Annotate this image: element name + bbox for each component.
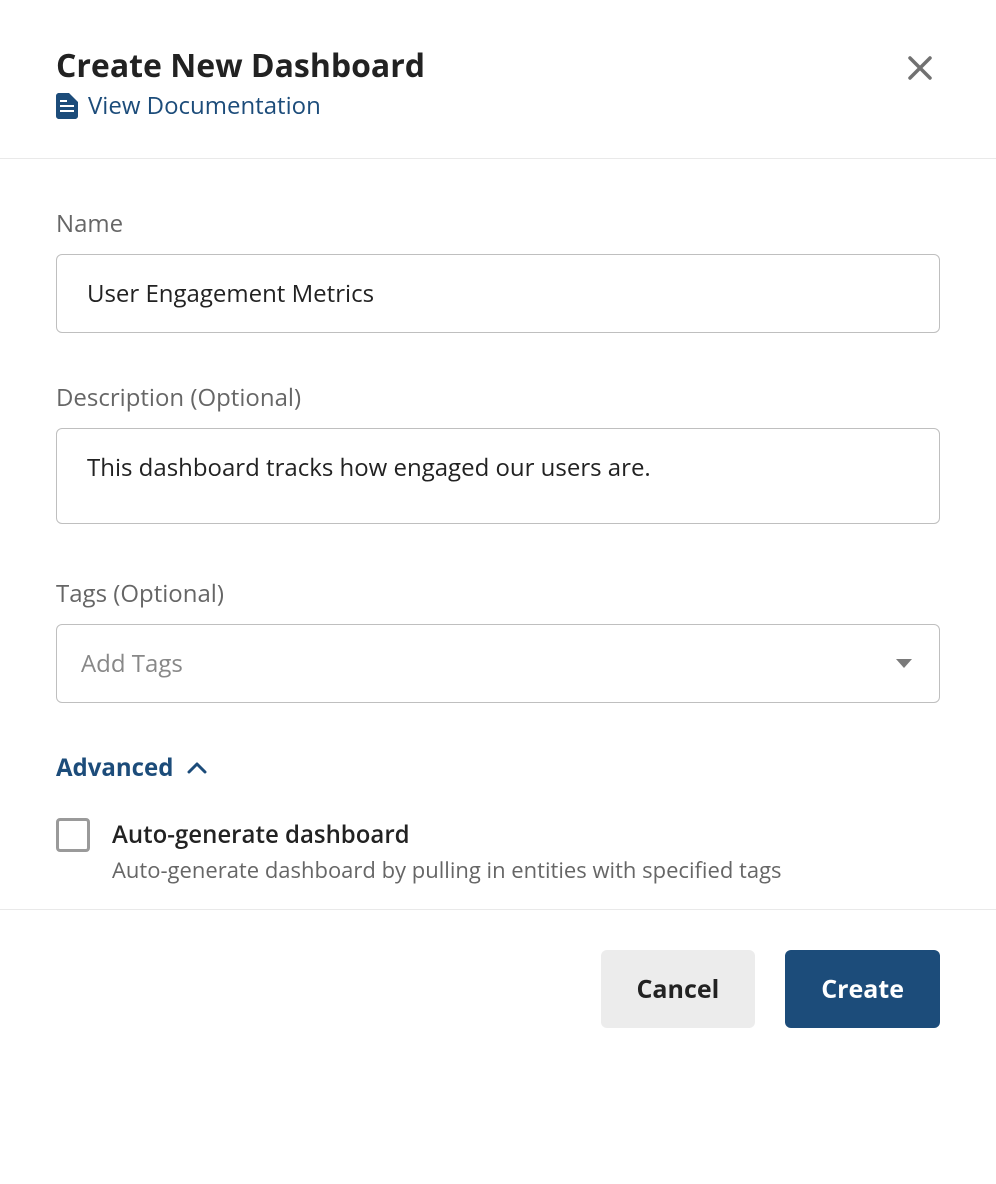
advanced-label: Advanced xyxy=(56,751,173,784)
tags-select[interactable]: Add Tags xyxy=(56,624,940,703)
autogenerate-description: Auto-generate dashboard by pulling in en… xyxy=(112,855,782,885)
modal-header: Create New Dashboard View Documentation xyxy=(0,0,996,159)
tags-placeholder: Add Tags xyxy=(81,647,183,680)
description-input[interactable] xyxy=(56,428,940,524)
document-icon xyxy=(56,93,78,119)
modal-footer: Cancel Create xyxy=(0,909,996,1068)
autogenerate-checkbox[interactable] xyxy=(56,818,90,852)
chevron-up-icon xyxy=(187,762,207,774)
description-field: Description (Optional) xyxy=(56,381,940,529)
caret-down-icon xyxy=(895,658,913,670)
view-documentation-link[interactable]: View Documentation xyxy=(56,89,425,122)
header-left: Create New Dashboard View Documentation xyxy=(56,48,425,122)
name-input[interactable] xyxy=(56,254,940,333)
view-documentation-label: View Documentation xyxy=(88,89,321,122)
tags-field: Tags (Optional) Add Tags xyxy=(56,577,940,703)
description-label: Description (Optional) xyxy=(56,381,940,414)
advanced-toggle[interactable]: Advanced xyxy=(56,751,207,784)
tags-label: Tags (Optional) xyxy=(56,577,940,610)
name-field: Name xyxy=(56,207,940,333)
autogenerate-text: Auto-generate dashboard Auto-generate da… xyxy=(112,818,782,885)
modal-title: Create New Dashboard xyxy=(56,48,425,83)
cancel-button[interactable]: Cancel xyxy=(601,950,756,1028)
close-button[interactable] xyxy=(900,48,940,91)
autogenerate-title: Auto-generate dashboard xyxy=(112,818,782,851)
modal-body: Name Description (Optional) Tags (Option… xyxy=(0,159,996,909)
close-icon xyxy=(906,54,934,85)
create-button[interactable]: Create xyxy=(785,950,940,1028)
autogenerate-row: Auto-generate dashboard Auto-generate da… xyxy=(56,818,940,885)
name-label: Name xyxy=(56,207,940,240)
